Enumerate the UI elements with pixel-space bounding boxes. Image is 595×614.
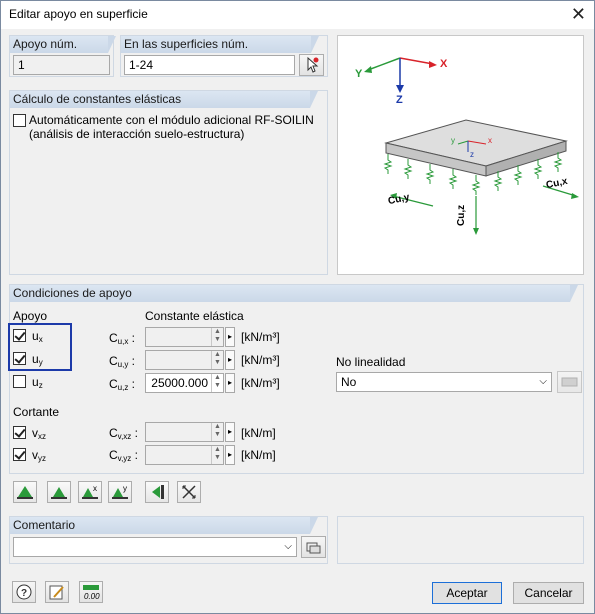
- svg-text:?: ?: [21, 588, 27, 599]
- uy-label: uy: [32, 352, 43, 367]
- uy-checkbox[interactable]: [13, 352, 26, 365]
- cortante-label: Cortante: [13, 405, 60, 419]
- vyz-label: vyz: [32, 448, 46, 463]
- support-diagram-graphic: [364, 57, 579, 235]
- axis-z-label: Z: [396, 94, 403, 106]
- cursor-pick-icon: [307, 56, 319, 73]
- cuy-label: Cu,y :: [109, 354, 136, 369]
- uz-checkbox[interactable]: [13, 375, 26, 388]
- cvxz-spinner[interactable]: ▲ ▼: [145, 422, 224, 442]
- support-x-icon: x: [82, 484, 98, 499]
- chevron-down-icon: ⌵: [539, 376, 547, 387]
- help-icon: ?: [16, 584, 32, 600]
- nolinealidad-label: No linealidad: [336, 355, 406, 369]
- nolinealidad-edit-button[interactable]: [557, 371, 582, 393]
- comentario-right-panel: [337, 516, 584, 564]
- axis-y-label: Y: [355, 68, 363, 80]
- units-icon: 0.00: [83, 585, 100, 601]
- cuz-diagram-label: Cu,z: [456, 204, 467, 226]
- cancel-button[interactable]: Cancelar: [513, 582, 584, 604]
- library-icon: [306, 542, 321, 554]
- cux-label: Cu,x :: [109, 331, 136, 346]
- calculo-header: Cálculo de constantes elásticas: [10, 91, 318, 108]
- svg-text:0.00: 0.00: [84, 592, 100, 601]
- cux-spinner[interactable]: ▲ ▼: [145, 327, 224, 347]
- rf-soilin-label-line2: (análisis de interacción suelo-estructur…: [29, 127, 245, 141]
- condiciones-header: Condiciones de apoyo: [10, 285, 578, 302]
- cvxz-menu-button[interactable]: ▸: [225, 422, 235, 442]
- support-preset-y-button[interactable]: y: [108, 481, 132, 503]
- axis-x-label: X: [440, 58, 448, 70]
- pick-surface-button[interactable]: [299, 54, 324, 76]
- superficies-field[interactable]: 1-24: [124, 55, 295, 75]
- uz-label: uz: [32, 375, 43, 390]
- comentario-input[interactable]: ⌵: [13, 537, 297, 557]
- comentario-library-button[interactable]: [301, 536, 326, 558]
- apoyo-label: Apoyo núm.: [10, 36, 116, 53]
- help-button[interactable]: ?: [12, 581, 36, 603]
- support-diagram: Y X Z y x z Cu,y Cu,z Cu,x: [337, 35, 584, 275]
- nolinealidad-select[interactable]: No ⌵: [336, 372, 552, 392]
- cvxz-label: Cv,xz :: [109, 426, 138, 441]
- cvyz-spinner[interactable]: ▲ ▼: [145, 445, 224, 465]
- local-z-label: z: [470, 150, 474, 159]
- cuz-unit: [kN/m³]: [241, 376, 280, 390]
- support-wall-icon: [152, 485, 164, 499]
- cvxz-unit: [kN/m]: [241, 426, 276, 440]
- cvyz-spin-arrows[interactable]: ▲ ▼: [211, 446, 223, 464]
- cuz-label: Cu,z :: [109, 377, 136, 392]
- constante-column-label: Constante elástica: [145, 309, 244, 323]
- svg-text:x: x: [93, 484, 97, 493]
- support-y-icon: y: [112, 484, 128, 499]
- cux-menu-button[interactable]: ▸: [225, 327, 235, 347]
- edit-button[interactable]: [45, 581, 69, 603]
- cux-spin-arrows[interactable]: ▲ ▼: [211, 328, 223, 346]
- local-x-label: x: [488, 136, 492, 145]
- window-title: Editar apoyo en superficie: [9, 7, 148, 21]
- cuy-menu-button[interactable]: ▸: [225, 350, 235, 370]
- cuy-spinner[interactable]: ▲ ▼: [145, 350, 224, 370]
- support-preset-fixed-button[interactable]: [13, 481, 37, 503]
- rf-soilin-checkbox[interactable]: [13, 114, 26, 127]
- cvxz-spin-arrows[interactable]: ▲ ▼: [211, 423, 223, 441]
- units-button[interactable]: 0.00: [79, 581, 103, 603]
- apoyo-number-field[interactable]: 1: [13, 55, 110, 75]
- title-bar: Editar apoyo en superficie ✕: [1, 1, 594, 29]
- vxz-checkbox[interactable]: [13, 426, 26, 439]
- svg-text:y: y: [123, 484, 127, 493]
- release-icon: [182, 485, 196, 499]
- ux-label: ux: [32, 329, 43, 344]
- cvyz-unit: [kN/m]: [241, 448, 276, 462]
- support-preset-wall-button[interactable]: [145, 481, 169, 503]
- cuy-spin-arrows[interactable]: ▲ ▼: [211, 351, 223, 369]
- superficies-label: En las superficies núm.: [121, 36, 319, 53]
- cuz-spin-arrows[interactable]: ▲ ▼: [211, 374, 223, 392]
- local-y-label: y: [451, 136, 455, 145]
- apoyo-column-label: Apoyo: [13, 309, 48, 323]
- support-preset-free-button[interactable]: [177, 481, 201, 503]
- accept-button[interactable]: Aceptar: [432, 582, 502, 604]
- support-preset-hinged-button[interactable]: [47, 481, 71, 503]
- cux-unit: [kN/m³]: [241, 330, 280, 344]
- pencil-icon: [49, 585, 64, 600]
- chevron-down-icon: ⌵: [284, 541, 292, 552]
- cuy-unit: [kN/m³]: [241, 353, 280, 367]
- cvyz-menu-button[interactable]: ▸: [225, 445, 235, 465]
- vxz-label: vxz: [32, 426, 46, 441]
- vyz-checkbox[interactable]: [13, 448, 26, 461]
- dialog-window: Editar apoyo en superficie ✕ Apoyo núm. …: [0, 0, 595, 614]
- support-preset-x-button[interactable]: x: [78, 481, 102, 503]
- cvyz-label: Cv,yz :: [109, 448, 138, 463]
- close-icon[interactable]: ✕: [571, 3, 586, 25]
- support-fixed-icon: [17, 486, 33, 499]
- support-hinged-icon: [51, 487, 67, 499]
- cuz-menu-button[interactable]: ▸: [225, 373, 235, 393]
- rf-soilin-label-line1: Automáticamente con el módulo adicional …: [29, 113, 314, 127]
- nolinealidad-value: No: [341, 375, 357, 389]
- edit-settings-icon: [561, 377, 578, 387]
- cuz-value: 25000.000: [151, 376, 208, 390]
- comentario-label: Comentario: [10, 517, 318, 534]
- cuz-spinner[interactable]: 25000.000 ▲ ▼: [145, 373, 224, 393]
- ux-checkbox[interactable]: [13, 329, 26, 342]
